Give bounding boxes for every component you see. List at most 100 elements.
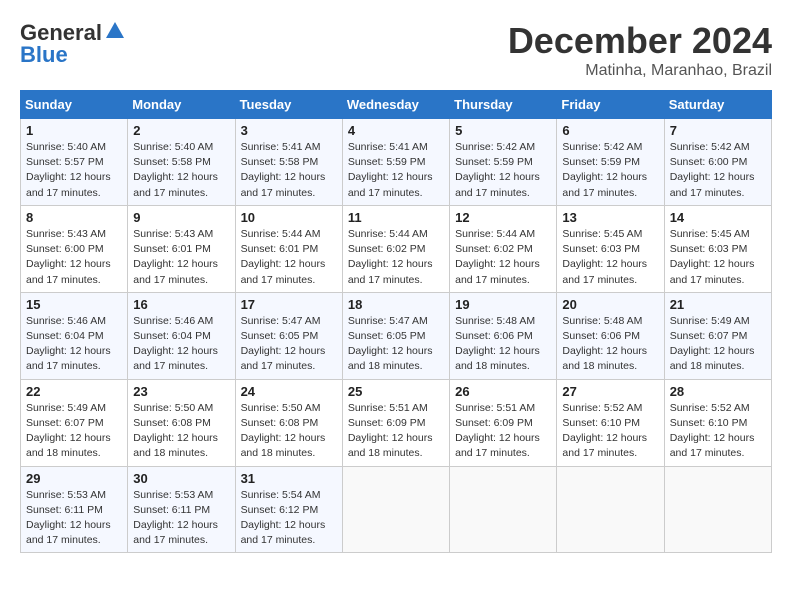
day-info: Sunrise: 5:47 AM Sunset: 6:05 PM Dayligh… (348, 314, 444, 375)
day-info: Sunrise: 5:53 AM Sunset: 6:11 PM Dayligh… (26, 488, 122, 549)
day-number: 4 (348, 123, 444, 138)
day-number: 26 (455, 384, 551, 399)
col-header-sunday: Sunday (21, 91, 128, 119)
day-cell: 24 Sunrise: 5:50 AM Sunset: 6:08 PM Dayl… (235, 379, 342, 466)
day-cell (450, 466, 557, 553)
day-number: 3 (241, 123, 337, 138)
day-cell: 7 Sunrise: 5:42 AM Sunset: 6:00 PM Dayli… (664, 119, 771, 206)
day-info: Sunrise: 5:41 AM Sunset: 5:58 PM Dayligh… (241, 140, 337, 201)
day-info: Sunrise: 5:45 AM Sunset: 6:03 PM Dayligh… (670, 227, 766, 288)
day-number: 28 (670, 384, 766, 399)
day-number: 25 (348, 384, 444, 399)
week-row-3: 15 Sunrise: 5:46 AM Sunset: 6:04 PM Dayl… (21, 292, 772, 379)
day-cell: 26 Sunrise: 5:51 AM Sunset: 6:09 PM Dayl… (450, 379, 557, 466)
day-number: 6 (562, 123, 658, 138)
day-number: 18 (348, 297, 444, 312)
day-info: Sunrise: 5:52 AM Sunset: 6:10 PM Dayligh… (670, 401, 766, 462)
day-cell: 23 Sunrise: 5:50 AM Sunset: 6:08 PM Dayl… (128, 379, 235, 466)
day-info: Sunrise: 5:46 AM Sunset: 6:04 PM Dayligh… (26, 314, 122, 375)
col-header-thursday: Thursday (450, 91, 557, 119)
day-info: Sunrise: 5:50 AM Sunset: 6:08 PM Dayligh… (241, 401, 337, 462)
day-info: Sunrise: 5:42 AM Sunset: 6:00 PM Dayligh… (670, 140, 766, 201)
day-info: Sunrise: 5:51 AM Sunset: 6:09 PM Dayligh… (455, 401, 551, 462)
day-info: Sunrise: 5:43 AM Sunset: 6:01 PM Dayligh… (133, 227, 229, 288)
day-cell: 9 Sunrise: 5:43 AM Sunset: 6:01 PM Dayli… (128, 205, 235, 292)
day-cell: 1 Sunrise: 5:40 AM Sunset: 5:57 PM Dayli… (21, 119, 128, 206)
day-info: Sunrise: 5:49 AM Sunset: 6:07 PM Dayligh… (26, 401, 122, 462)
day-info: Sunrise: 5:47 AM Sunset: 6:05 PM Dayligh… (241, 314, 337, 375)
day-cell: 2 Sunrise: 5:40 AM Sunset: 5:58 PM Dayli… (128, 119, 235, 206)
week-row-5: 29 Sunrise: 5:53 AM Sunset: 6:11 PM Dayl… (21, 466, 772, 553)
day-number: 11 (348, 210, 444, 225)
day-number: 30 (133, 471, 229, 486)
day-number: 13 (562, 210, 658, 225)
day-number: 10 (241, 210, 337, 225)
day-info: Sunrise: 5:53 AM Sunset: 6:11 PM Dayligh… (133, 488, 229, 549)
day-info: Sunrise: 5:49 AM Sunset: 6:07 PM Dayligh… (670, 314, 766, 375)
day-cell: 12 Sunrise: 5:44 AM Sunset: 6:02 PM Dayl… (450, 205, 557, 292)
calendar-table: SundayMondayTuesdayWednesdayThursdayFrid… (20, 90, 772, 553)
day-cell: 28 Sunrise: 5:52 AM Sunset: 6:10 PM Dayl… (664, 379, 771, 466)
day-cell: 4 Sunrise: 5:41 AM Sunset: 5:59 PM Dayli… (342, 119, 449, 206)
day-number: 8 (26, 210, 122, 225)
day-cell: 14 Sunrise: 5:45 AM Sunset: 6:03 PM Dayl… (664, 205, 771, 292)
day-number: 24 (241, 384, 337, 399)
day-cell: 25 Sunrise: 5:51 AM Sunset: 6:09 PM Dayl… (342, 379, 449, 466)
day-info: Sunrise: 5:52 AM Sunset: 6:10 PM Dayligh… (562, 401, 658, 462)
day-number: 21 (670, 297, 766, 312)
day-cell: 13 Sunrise: 5:45 AM Sunset: 6:03 PM Dayl… (557, 205, 664, 292)
day-cell: 15 Sunrise: 5:46 AM Sunset: 6:04 PM Dayl… (21, 292, 128, 379)
day-info: Sunrise: 5:44 AM Sunset: 6:01 PM Dayligh… (241, 227, 337, 288)
col-header-wednesday: Wednesday (342, 91, 449, 119)
day-info: Sunrise: 5:40 AM Sunset: 5:58 PM Dayligh… (133, 140, 229, 201)
day-cell (557, 466, 664, 553)
day-info: Sunrise: 5:44 AM Sunset: 6:02 PM Dayligh… (348, 227, 444, 288)
col-header-monday: Monday (128, 91, 235, 119)
logo-icon (104, 20, 126, 42)
col-header-saturday: Saturday (664, 91, 771, 119)
day-info: Sunrise: 5:42 AM Sunset: 5:59 PM Dayligh… (455, 140, 551, 201)
day-info: Sunrise: 5:43 AM Sunset: 6:00 PM Dayligh… (26, 227, 122, 288)
location-title: Matinha, Maranhao, Brazil (508, 62, 772, 80)
day-number: 31 (241, 471, 337, 486)
day-cell: 16 Sunrise: 5:46 AM Sunset: 6:04 PM Dayl… (128, 292, 235, 379)
day-number: 20 (562, 297, 658, 312)
day-cell: 31 Sunrise: 5:54 AM Sunset: 6:12 PM Dayl… (235, 466, 342, 553)
month-title: December 2024 (508, 20, 772, 62)
day-cell: 3 Sunrise: 5:41 AM Sunset: 5:58 PM Dayli… (235, 119, 342, 206)
day-cell (664, 466, 771, 553)
day-number: 29 (26, 471, 122, 486)
week-row-1: 1 Sunrise: 5:40 AM Sunset: 5:57 PM Dayli… (21, 119, 772, 206)
week-row-2: 8 Sunrise: 5:43 AM Sunset: 6:00 PM Dayli… (21, 205, 772, 292)
day-info: Sunrise: 5:50 AM Sunset: 6:08 PM Dayligh… (133, 401, 229, 462)
day-cell: 6 Sunrise: 5:42 AM Sunset: 5:59 PM Dayli… (557, 119, 664, 206)
day-number: 16 (133, 297, 229, 312)
day-info: Sunrise: 5:46 AM Sunset: 6:04 PM Dayligh… (133, 314, 229, 375)
day-info: Sunrise: 5:45 AM Sunset: 6:03 PM Dayligh… (562, 227, 658, 288)
day-number: 7 (670, 123, 766, 138)
day-cell: 5 Sunrise: 5:42 AM Sunset: 5:59 PM Dayli… (450, 119, 557, 206)
day-number: 19 (455, 297, 551, 312)
day-number: 22 (26, 384, 122, 399)
day-info: Sunrise: 5:41 AM Sunset: 5:59 PM Dayligh… (348, 140, 444, 201)
day-number: 9 (133, 210, 229, 225)
day-cell: 20 Sunrise: 5:48 AM Sunset: 6:06 PM Dayl… (557, 292, 664, 379)
day-cell (342, 466, 449, 553)
col-header-friday: Friday (557, 91, 664, 119)
day-cell: 17 Sunrise: 5:47 AM Sunset: 6:05 PM Dayl… (235, 292, 342, 379)
day-number: 23 (133, 384, 229, 399)
week-row-4: 22 Sunrise: 5:49 AM Sunset: 6:07 PM Dayl… (21, 379, 772, 466)
day-number: 5 (455, 123, 551, 138)
day-cell: 30 Sunrise: 5:53 AM Sunset: 6:11 PM Dayl… (128, 466, 235, 553)
day-info: Sunrise: 5:54 AM Sunset: 6:12 PM Dayligh… (241, 488, 337, 549)
logo-blue: Blue (20, 42, 68, 68)
day-number: 12 (455, 210, 551, 225)
day-cell: 22 Sunrise: 5:49 AM Sunset: 6:07 PM Dayl… (21, 379, 128, 466)
day-cell: 21 Sunrise: 5:49 AM Sunset: 6:07 PM Dayl… (664, 292, 771, 379)
col-header-tuesday: Tuesday (235, 91, 342, 119)
day-info: Sunrise: 5:40 AM Sunset: 5:57 PM Dayligh… (26, 140, 122, 201)
day-info: Sunrise: 5:51 AM Sunset: 6:09 PM Dayligh… (348, 401, 444, 462)
day-cell: 19 Sunrise: 5:48 AM Sunset: 6:06 PM Dayl… (450, 292, 557, 379)
day-number: 17 (241, 297, 337, 312)
title-area: December 2024 Matinha, Maranhao, Brazil (508, 20, 772, 80)
